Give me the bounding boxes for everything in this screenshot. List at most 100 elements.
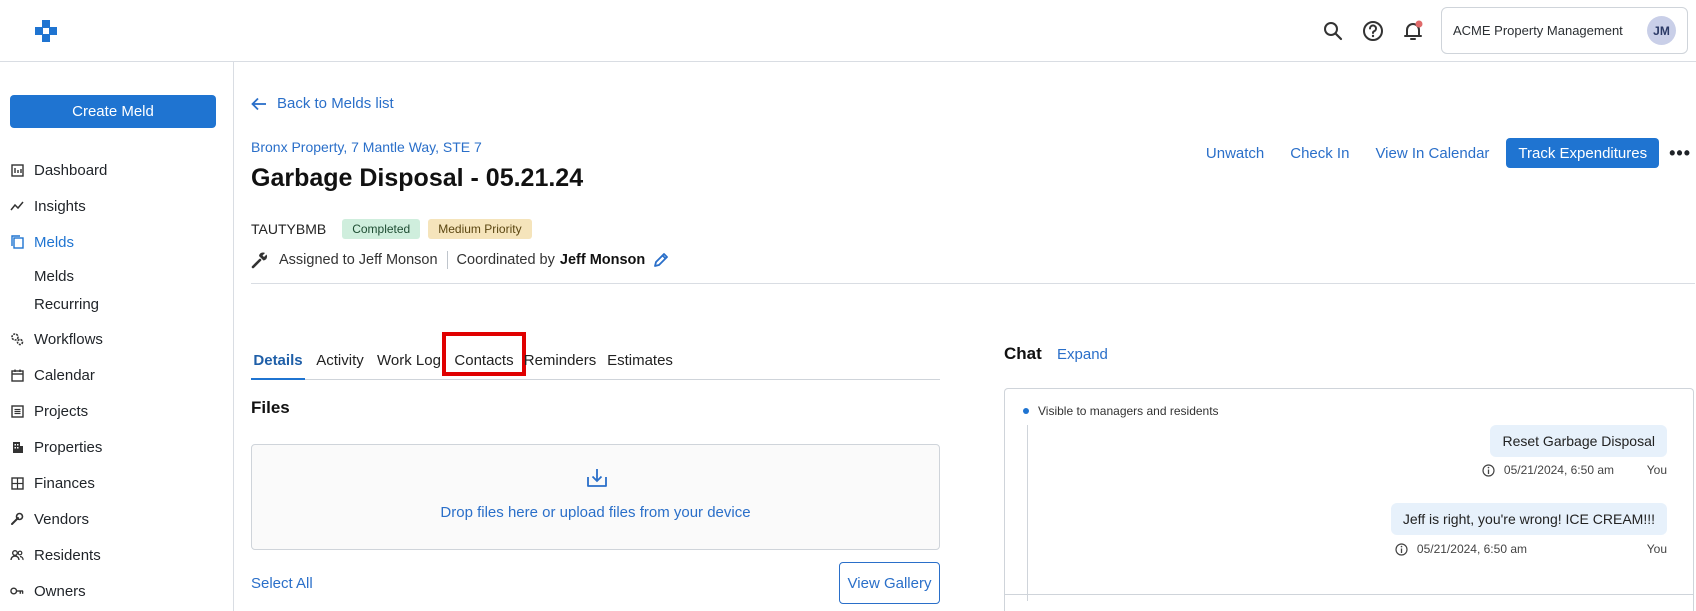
sidebar-item-label: Vendors: [34, 510, 90, 528]
residents-icon: [10, 548, 24, 562]
sidebar-item-melds[interactable]: Melds: [10, 230, 74, 254]
chat-heading: Chat: [1004, 344, 1042, 363]
priority-badge: Medium Priority: [428, 219, 532, 239]
sidebar-subitem-melds[interactable]: Melds: [34, 268, 74, 285]
wrench-icon: [251, 252, 268, 269]
projects-icon: [10, 404, 24, 418]
more-options-icon[interactable]: •••: [1669, 143, 1691, 164]
message-meta: 05/21/2024, 6:50 am: [1395, 542, 1527, 556]
sidebar-item-insights[interactable]: Insights: [10, 194, 86, 218]
sidebar-item-workflows[interactable]: Workflows: [10, 327, 103, 351]
dashboard-icon: [10, 163, 24, 177]
visibility-note: Visible to managers and residents: [1023, 404, 1219, 418]
chat-panel: Visible to managers and residents Reset …: [1004, 388, 1694, 611]
workflows-icon: [10, 332, 24, 346]
message-author: You: [1646, 463, 1667, 477]
help-icon[interactable]: [1361, 19, 1385, 43]
vendors-icon: [10, 512, 24, 526]
sidebar-item-label: Workflows: [34, 330, 103, 348]
tab-work-log[interactable]: Work Log: [376, 342, 442, 380]
sidebar-item-label: Projects: [34, 402, 89, 420]
file-drop-zone[interactable]: Drop files here or upload files from you…: [251, 444, 940, 550]
visibility-dot-icon: [1023, 408, 1029, 414]
chat-message: Jeff is right, you're wrong! ICE CREAM!!…: [1390, 503, 1667, 535]
edit-pencil-icon[interactable]: [652, 251, 670, 269]
meld-meta: TAUTYBMB Completed Medium Priority: [251, 219, 540, 239]
back-to-melds-link[interactable]: Back to Melds list: [251, 95, 394, 112]
track-expenditures-button[interactable]: Track Expenditures: [1506, 138, 1660, 168]
tab-estimates[interactable]: Estimates: [606, 342, 674, 380]
sidebar-item-label: Melds: [34, 233, 75, 251]
coordinator-name: Jeff Monson: [559, 252, 646, 268]
main-content: Back to Melds list Bronx Property, 7 Man…: [234, 62, 1696, 611]
org-switcher[interactable]: ACME Property Management JM: [1441, 7, 1688, 54]
property-address-link[interactable]: Bronx Property, 7 Mantle Way, STE 7: [251, 139, 482, 155]
search-icon[interactable]: [1321, 19, 1345, 43]
meld-actions: Unwatch Check In View In Calendar Track …: [1180, 138, 1696, 168]
sidebar-item-label: Owners: [34, 582, 86, 600]
sidebar-item-calendar[interactable]: Calendar: [10, 363, 95, 387]
insights-icon: [10, 199, 24, 213]
notifications-bell-icon[interactable]: [1401, 19, 1425, 43]
sidebar-item-dashboard[interactable]: Dashboard: [10, 158, 107, 182]
sidebar-item-properties[interactable]: Properties: [10, 435, 102, 459]
sidebar-item-label: Insights: [34, 197, 86, 215]
tab-activity[interactable]: Activity: [315, 342, 365, 380]
meld-code: TAUTYBMB: [251, 221, 327, 237]
calendar-icon: [10, 368, 24, 382]
sidebar-item-owners[interactable]: Owners: [10, 579, 86, 603]
thread-line: [1027, 425, 1028, 601]
org-name: ACME Property Management: [1453, 23, 1623, 38]
check-in-button[interactable]: Check In: [1290, 145, 1349, 162]
top-bar: ACME Property Management JM: [0, 0, 1696, 62]
sidebar-item-label: Calendar: [34, 366, 95, 384]
sidebar-item-residents[interactable]: Residents: [10, 543, 101, 567]
arrow-left-icon: [251, 97, 266, 110]
sidebar-item-finances[interactable]: Finances: [10, 471, 95, 495]
sidebar-item-label: Properties: [34, 438, 103, 456]
app-logo-icon[interactable]: [34, 19, 58, 43]
header-divider: [251, 283, 1695, 284]
meld-tabs: Details Activity Work Log Contacts Remin…: [251, 332, 940, 380]
message-meta: 05/21/2024, 6:50 am: [1482, 463, 1614, 477]
divider: [446, 251, 448, 269]
sidebar-subitem-recurring[interactable]: Recurring: [34, 296, 99, 313]
chat-message: Reset Garbage Disposal: [1490, 425, 1667, 457]
chat-divider: [1004, 594, 1694, 595]
melds-icon: [10, 235, 24, 249]
view-in-calendar-button[interactable]: View In Calendar: [1375, 145, 1489, 162]
chat-expand-link[interactable]: Expand: [1057, 346, 1108, 363]
tab-details[interactable]: Details: [251, 342, 305, 380]
sidebar: Create Meld Dashboard Insights Melds Mel…: [0, 62, 234, 611]
back-label: Back to Melds list: [277, 95, 394, 112]
sidebar-item-label: Finances: [34, 474, 95, 492]
create-meld-button[interactable]: Create Meld: [10, 95, 216, 128]
sidebar-item-label: Dashboard: [34, 161, 108, 179]
sidebar-item-vendors[interactable]: Vendors: [10, 507, 89, 531]
select-all-link[interactable]: Select All: [251, 575, 313, 592]
info-icon[interactable]: [1482, 463, 1495, 477]
properties-icon: [10, 440, 24, 454]
status-badge: Completed: [342, 219, 421, 239]
message-author: You: [1646, 542, 1667, 556]
page-title: Garbage Disposal - 05.21.24: [251, 164, 584, 192]
avatar[interactable]: JM: [1647, 16, 1676, 45]
coordinated-prefix: Coordinated by: [456, 252, 555, 268]
visibility-text: Visible to managers and residents: [1038, 404, 1219, 418]
message-time: 05/21/2024, 6:50 am: [1503, 463, 1614, 477]
assignment-row: Assigned to Jeff Monson Coordinated by J…: [251, 251, 670, 269]
tab-contacts[interactable]: Contacts: [442, 332, 526, 376]
drop-files-text[interactable]: Drop files here or upload files from you…: [252, 504, 939, 521]
info-icon[interactable]: [1395, 542, 1408, 556]
assigned-text: Assigned to Jeff Monson: [279, 252, 438, 268]
unwatch-button[interactable]: Unwatch: [1206, 145, 1264, 162]
owners-icon: [10, 584, 24, 598]
files-heading: Files: [251, 398, 290, 417]
sidebar-item-projects[interactable]: Projects: [10, 399, 88, 423]
sidebar-item-label: Residents: [34, 546, 101, 564]
finances-icon: [10, 476, 24, 490]
view-gallery-button[interactable]: View Gallery: [839, 562, 940, 604]
tab-reminders[interactable]: Reminders: [523, 342, 597, 380]
message-time: 05/21/2024, 6:50 am: [1416, 542, 1527, 556]
upload-icon: [587, 469, 607, 487]
